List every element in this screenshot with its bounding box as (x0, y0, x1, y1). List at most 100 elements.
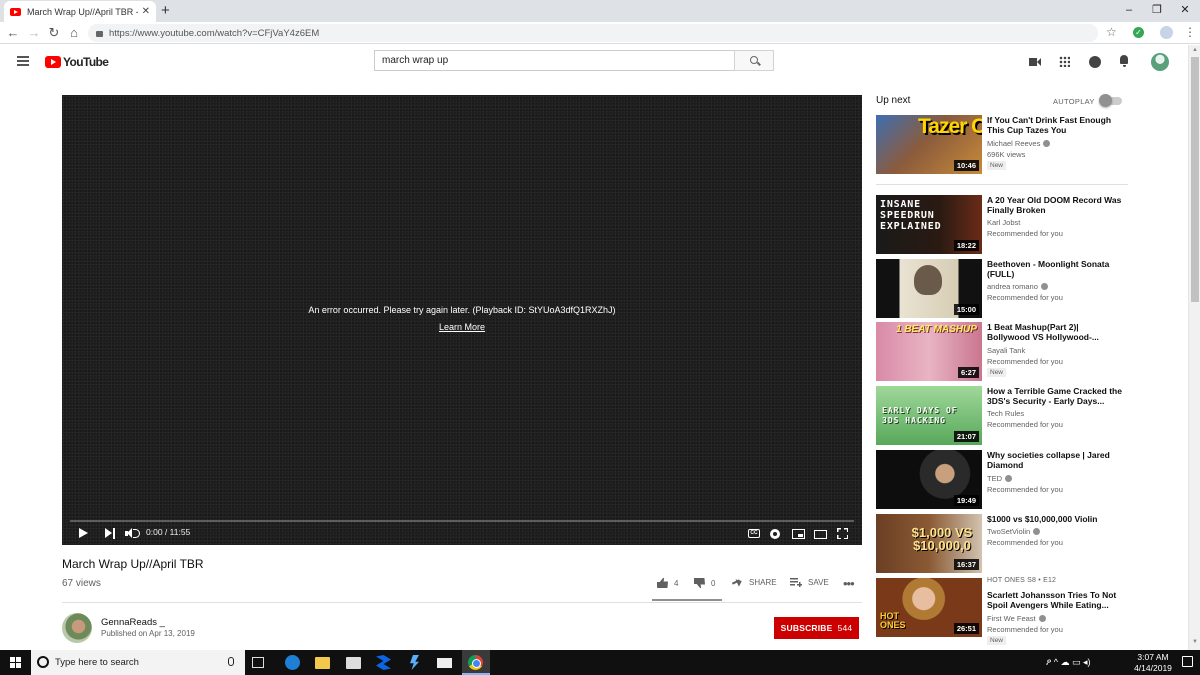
browser-menu-icon[interactable]: ⋮ (1184, 25, 1196, 39)
extension-check-icon[interactable]: ✓ (1133, 27, 1144, 38)
divider (876, 184, 1128, 185)
guide-menu-icon[interactable] (17, 56, 29, 66)
forward-button[interactable]: → (26, 24, 42, 41)
scroll-down-icon[interactable]: ▼ (1192, 639, 1198, 645)
theater-mode-icon[interactable] (814, 530, 827, 539)
microphone-icon[interactable] (228, 657, 234, 666)
video-title[interactable]: 1 Beat Mashup(Part 2)| Bollywood VS Holl… (987, 322, 1122, 342)
like-button[interactable]: 4 (657, 578, 678, 588)
channel-name: Karl Jobst (987, 218, 1021, 227)
list-item[interactable]: $1,000 VS $10,000,0 16:37 $1000 vs $10,0… (876, 514, 1128, 574)
dislike-count: 0 (711, 578, 716, 588)
video-player[interactable]: An error occurred. Please try again late… (62, 95, 862, 545)
video-title[interactable]: If You Can't Drink Fast Enough This Cup … (987, 115, 1122, 135)
share-button[interactable]: SHARE (732, 578, 777, 587)
dislike-button[interactable]: 0 (694, 578, 715, 588)
close-window-button[interactable]: ✕ (1170, 2, 1200, 18)
list-item[interactable]: EARLY DAYS OF 3DS HACKING 21:07 How a Te… (876, 386, 1128, 446)
new-tab-button[interactable]: + (161, 2, 170, 20)
profile-extension-icon[interactable] (1160, 26, 1173, 39)
captions-icon[interactable]: CC (748, 529, 760, 538)
file-explorer-icon[interactable] (315, 657, 330, 669)
video-thumbnail[interactable]: 1 BEAT MASHUP 6:27 (876, 322, 982, 381)
video-thumbnail[interactable]: 19:49 (876, 450, 982, 509)
task-view-icon[interactable] (252, 657, 264, 668)
video-thumbnail[interactable]: INSANE SPEEDRUN EXPLAINED 18:22 (876, 195, 982, 254)
verified-icon (1040, 283, 1048, 290)
back-button[interactable]: ← (5, 24, 21, 41)
taskbar-clock-date[interactable]: 4/14/2019 (1128, 663, 1178, 673)
account-avatar[interactable] (1151, 53, 1169, 71)
channel-name[interactable]: GennaReads _ (101, 617, 165, 628)
search-icon (750, 56, 758, 64)
edge-icon[interactable] (285, 655, 300, 670)
next-icon[interactable] (105, 528, 115, 539)
thumbs-up-icon (657, 578, 668, 588)
taskbar-search-input[interactable]: Type here to search (31, 650, 245, 675)
list-item[interactable]: 1 BEAT MASHUP 6:27 1 Beat Mashup(Part 2)… (876, 322, 1128, 382)
chrome-icon[interactable] (468, 655, 483, 670)
channel-avatar[interactable] (62, 613, 92, 643)
list-item[interactable]: HOT ONES 26:51 HOT ONES S8 • E12 Scarlet… (876, 577, 1128, 646)
autoplay-toggle[interactable] (1099, 94, 1122, 107)
list-item[interactable]: 15:00 Beethoven - Moonlight Sonata (FULL… (876, 259, 1128, 319)
dropbox-icon[interactable] (376, 655, 391, 670)
video-title[interactable]: $1000 vs $10,000,000 Violin (987, 514, 1122, 524)
app-bolt-icon[interactable] (410, 655, 419, 670)
video-thumbnail[interactable]: $1,000 VS $10,000,0 16:37 (876, 514, 982, 573)
store-icon[interactable] (346, 657, 361, 669)
video-camera-icon[interactable] (1029, 57, 1041, 67)
apps-icon[interactable] (1059, 56, 1070, 67)
learn-more-link[interactable]: Learn More (62, 322, 862, 332)
messages-icon[interactable] (1089, 56, 1101, 68)
system-tray-icons[interactable]: ዖ ^ ☁ ▭ ◂) (1046, 657, 1091, 668)
play-icon[interactable] (79, 528, 88, 538)
more-actions-icon[interactable]: ••• (843, 577, 855, 590)
bookmark-star-icon[interactable]: ☆ (1106, 25, 1117, 39)
video-title[interactable]: A 20 Year Old DOOM Record Was Finally Br… (987, 195, 1122, 215)
browser-tab[interactable]: March Wrap Up//April TBR - YouTube ✕ (4, 1, 156, 22)
minimize-button[interactable]: – (1114, 2, 1144, 18)
video-duration: 10:46 (953, 160, 979, 171)
scroll-up-icon[interactable]: ▲ (1192, 47, 1198, 53)
list-item[interactable]: 19:49 Why societies collapse | Jared Dia… (876, 450, 1128, 510)
video-meta: 696K views (987, 150, 1026, 159)
miniplayer-icon[interactable] (792, 529, 805, 539)
volume-icon[interactable] (125, 528, 140, 539)
list-item[interactable]: INSANE SPEEDRUN EXPLAINED 18:22 A 20 Yea… (876, 195, 1128, 255)
video-thumbnail[interactable]: 15:00 (876, 259, 982, 318)
video-title[interactable]: Why societies collapse | Jared Diamond (987, 450, 1122, 470)
video-thumbnail[interactable]: EARLY DAYS OF 3DS HACKING 21:07 (876, 386, 982, 445)
video-title[interactable]: Beethoven - Moonlight Sonata (FULL) (987, 259, 1122, 279)
home-button[interactable]: ⌂ (66, 24, 82, 41)
video-title[interactable]: How a Terrible Game Cracked the 3DS's Se… (987, 386, 1122, 406)
address-bar[interactable]: https://www.youtube.com/watch?v=CFjVaY4z… (88, 24, 1098, 42)
fullscreen-icon[interactable] (837, 528, 848, 539)
video-thumbnail[interactable]: HOT ONES 26:51 (876, 578, 982, 637)
thumbnail-text: $1,000 VS $10,000,0 (911, 525, 973, 553)
settings-gear-icon[interactable] (770, 529, 780, 539)
mail-icon[interactable] (437, 658, 452, 668)
list-item[interactable]: Tazer Cup 10:46 If You Can't Drink Fast … (876, 115, 1128, 175)
notification-center-icon[interactable] (1182, 656, 1193, 667)
portrait-shape (914, 265, 942, 295)
maximize-button[interactable]: ❐ (1142, 2, 1172, 18)
save-button[interactable]: SAVE (790, 578, 829, 587)
scrollbar-thumb[interactable] (1191, 57, 1199, 302)
tab-close-icon[interactable]: ✕ (142, 6, 150, 17)
search-input[interactable]: march wrap up (374, 50, 735, 71)
youtube-logo[interactable]: YouTube (45, 55, 109, 69)
video-duration: 15:00 (953, 304, 979, 315)
taskbar-clock-time[interactable]: 3:07 AM (1133, 652, 1173, 662)
video-thumbnail[interactable]: Tazer Cup 10:46 (876, 115, 982, 174)
bell-icon[interactable] (1119, 55, 1129, 67)
subscribe-button[interactable]: SUBSCRIBE 544 (774, 617, 859, 639)
channel-name: First We Feast (987, 614, 1046, 623)
progress-bar[interactable] (70, 520, 854, 522)
verified-icon (1038, 615, 1046, 622)
reload-button[interactable]: ↻ (46, 24, 62, 41)
video-title[interactable]: Scarlett Johansson Tries To Not Spoil Av… (987, 590, 1122, 610)
page-scrollbar[interactable]: ▲ ▼ (1188, 45, 1200, 650)
windows-start-icon[interactable] (10, 657, 21, 668)
search-button[interactable] (734, 50, 774, 71)
